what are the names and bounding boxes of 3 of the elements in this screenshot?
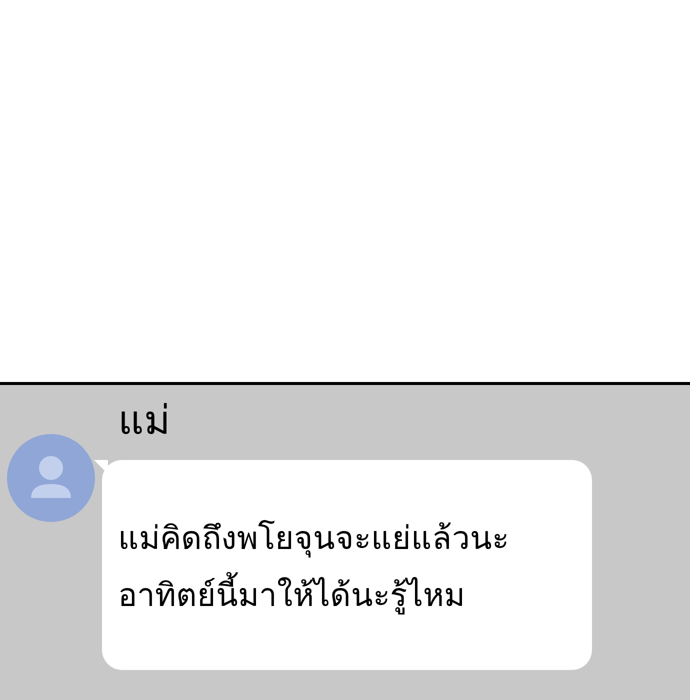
avatar-icon (7, 434, 95, 522)
message-text: แม่คิดถึงพโยจุนจะแย่แล้วนะ อาทิตย์นี้มาให้ได้นะรู้ไหม (118, 518, 510, 616)
sender-name: แม่ (118, 397, 171, 445)
